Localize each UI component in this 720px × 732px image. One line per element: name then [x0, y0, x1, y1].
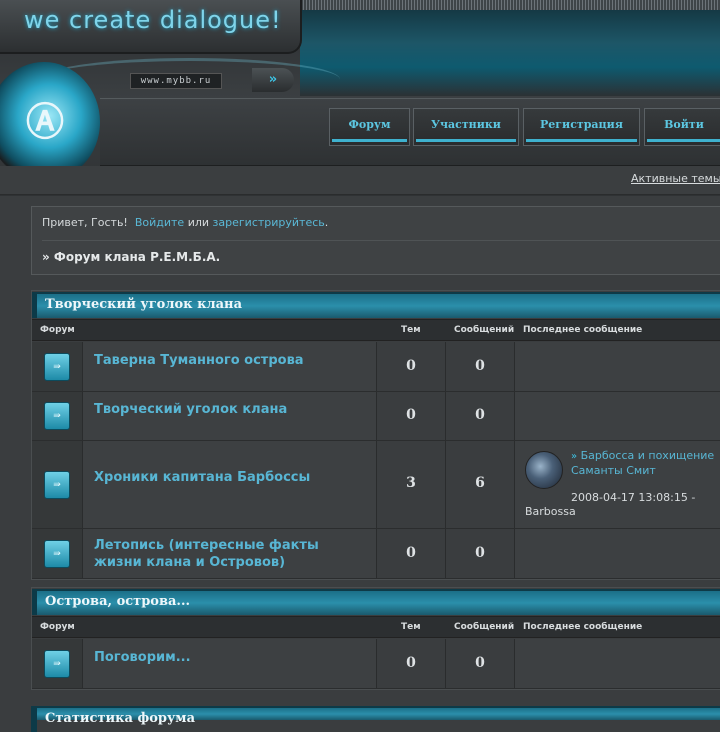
nav-register-button[interactable]: Регистрация	[523, 108, 640, 146]
last-post-cell	[515, 529, 720, 578]
double-arrow-icon: »	[571, 451, 578, 462]
active-topics-link[interactable]: Активные темы	[631, 172, 720, 185]
divider	[42, 240, 720, 241]
forum-folder-icon[interactable]: ⇛	[44, 540, 70, 568]
avatar[interactable]	[525, 451, 563, 489]
logo-plate: we create dialogue!	[0, 0, 302, 54]
forum-folder-icon[interactable]: ⇛	[44, 471, 70, 499]
column-header-row: Форум Тем Сообщений Последнее сообщение	[31, 616, 720, 638]
forum-row: ⇛ Поговорим... 0 0	[31, 639, 720, 689]
column-forum: Форум	[40, 622, 75, 632]
logo-emblem-icon[interactable]: Ⓐ	[22, 100, 68, 144]
or-text: или	[187, 216, 210, 229]
column-header-row: Форум Тем Сообщений Последнее сообщение	[31, 319, 720, 341]
post-count: 0	[475, 358, 485, 374]
forum-link[interactable]: Творческий уголок клана	[94, 401, 364, 418]
post-count: 0	[475, 655, 485, 671]
forum-row: ⇛ Творческий уголок клана 0 0	[31, 392, 720, 441]
site-url[interactable]: www.mybb.ru	[130, 73, 222, 89]
column-topics: Тем	[401, 622, 421, 632]
forum-link[interactable]: Таверна Туманного острова	[94, 352, 364, 369]
login-link[interactable]: Войдите	[135, 216, 184, 229]
forum-row: ⇛ Хроники капитана Барбоссы 3 6 » Барбос…	[31, 441, 720, 529]
site-logo-text[interactable]: we create dialogue!	[24, 6, 282, 34]
topic-count: 0	[406, 407, 416, 423]
sub-bar	[0, 166, 720, 195]
header-stripe	[300, 0, 720, 10]
greeting-text: Привет, Гость!	[42, 216, 128, 229]
double-arrow-icon[interactable]: »	[252, 68, 294, 92]
forum-folder-icon[interactable]: ⇛	[44, 402, 70, 430]
last-post-cell	[515, 392, 720, 440]
welcome-box: Привет, Гость! Войдите или зарегистрируй…	[31, 206, 720, 275]
topic-count: 0	[406, 655, 416, 671]
nav-forum-button[interactable]: Форум	[329, 108, 410, 146]
breadcrumb[interactable]: » Форум клана Р.Е.М.Б.А.	[42, 250, 220, 264]
nav-members-button[interactable]: Участники	[413, 108, 519, 146]
column-posts: Сообщений	[454, 325, 515, 335]
forum-link[interactable]: Летопись (интересные факты жизни клана и…	[94, 537, 364, 571]
category-header[interactable]: Творческий уголок клана	[31, 292, 720, 318]
register-link[interactable]: зарегистрируйтесь	[213, 216, 325, 229]
last-post-cell	[515, 342, 720, 391]
last-post-title[interactable]: Барбосса и похищение Саманты Смит	[571, 449, 714, 477]
topic-count: 3	[406, 475, 416, 491]
last-post-cell	[515, 639, 720, 688]
forum-folder-icon[interactable]: ⇛	[44, 353, 70, 381]
header-banner-art	[300, 0, 720, 96]
post-count: 0	[475, 545, 485, 561]
last-post-author[interactable]: Barbossa	[525, 505, 576, 518]
category-header[interactable]: Острова, острова...	[31, 589, 720, 615]
nav-login-button[interactable]: Войти	[644, 108, 720, 146]
topic-count: 0	[406, 358, 416, 374]
forum-link[interactable]: Хроники капитана Барбоссы	[94, 469, 364, 486]
post-count: 6	[475, 475, 485, 491]
last-post-cell: » Барбосса и похищение Саманты Смит 2008…	[515, 441, 720, 528]
forum-row: ⇛ Летопись (интересные факты жизни клана…	[31, 529, 720, 579]
period-text: .	[324, 216, 329, 229]
post-count: 0	[475, 407, 485, 423]
welcome-line: Привет, Гость! Войдите или зарегистрируй…	[42, 216, 328, 229]
last-post-link[interactable]: » Барбосса и похищение Саманты Смит	[571, 449, 720, 478]
column-forum: Форум	[40, 325, 75, 335]
category-header[interactable]: Статистика форума	[31, 706, 720, 732]
last-post-time: 2008-04-17 13:08:15 -	[571, 491, 696, 504]
forum-row: ⇛ Таверна Туманного острова 0 0	[31, 342, 720, 392]
topic-count: 0	[406, 545, 416, 561]
column-last-post: Последнее сообщение	[523, 325, 643, 335]
column-topics: Тем	[401, 325, 421, 335]
site-header: we create dialogue! www.mybb.ru » Ⓐ Фору…	[0, 0, 720, 196]
forum-link[interactable]: Поговорим...	[94, 649, 364, 666]
forum-folder-icon[interactable]: ⇛	[44, 650, 70, 678]
column-posts: Сообщений	[454, 622, 515, 632]
column-last-post: Последнее сообщение	[523, 622, 643, 632]
